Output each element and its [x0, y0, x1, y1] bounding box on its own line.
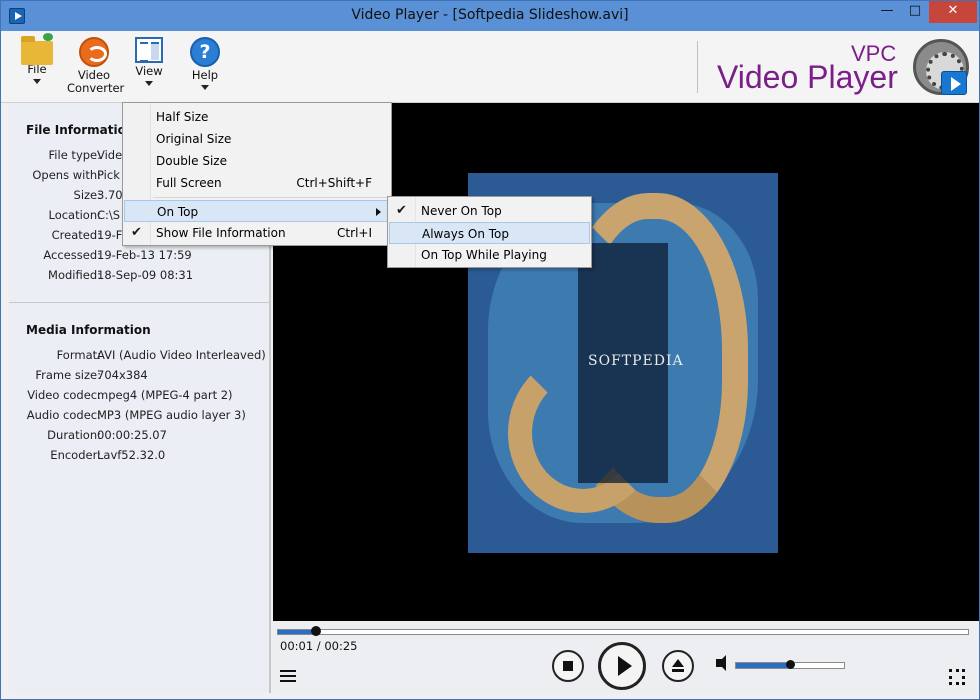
info-row-value: MP3 (MPEG audio layer 3)	[97, 408, 246, 422]
view-menu-item-label: Double Size	[156, 154, 227, 168]
submenu-arrow-icon	[376, 208, 381, 216]
view-menu-item-label: Original Size	[156, 132, 232, 146]
brand-name: Video Player	[717, 59, 898, 95]
media-info-title: Media Information	[26, 323, 151, 337]
info-row: Format: AVI (Audio Video Interleaved)	[9, 348, 271, 366]
dropdown-arrow-icon	[201, 85, 209, 90]
info-row-key: Created:	[51, 228, 101, 242]
info-row: Modified: 18-Sep-09 08:31	[9, 268, 271, 286]
view-menu-item-label: Half Size	[156, 110, 209, 124]
view-button[interactable]: View	[129, 37, 169, 86]
checkmark-icon: ✔	[396, 203, 407, 218]
view-menu-item[interactable]: Original Size	[124, 128, 390, 150]
help-button[interactable]: ? Help	[185, 37, 225, 90]
info-row-value: AVI (Audio Video Interleaved)	[97, 348, 266, 362]
info-row-value: 19-Feb-13 17:59	[97, 248, 192, 262]
view-menu-item-label: On Top	[157, 205, 199, 219]
info-row: Audio codec: MP3 (MPEG audio layer 3)	[9, 408, 271, 426]
on-top-submenu: ✔ Never On Top Always On Top On Top While P…	[387, 196, 592, 268]
on-top-menu-item[interactable]: On Top While Playing	[389, 244, 590, 266]
volume-icon[interactable]	[716, 655, 726, 671]
help-label: Help	[191, 68, 219, 82]
toolbar: File Video Converter View ? Help VPC Vid…	[1, 31, 979, 103]
seek-thumb[interactable]	[310, 626, 321, 636]
video-watermark: SOFTPEDIA	[588, 353, 684, 369]
view-menu-item[interactable]: Full Screen Ctrl+Shift+F	[124, 172, 390, 194]
file-button[interactable]: File	[15, 33, 59, 84]
info-row-value: Lavf52.32.0	[97, 448, 166, 462]
converter-icon	[79, 37, 109, 67]
stop-button[interactable]	[552, 650, 584, 682]
view-menu-item[interactable]: ✔ Show File Information Ctrl+I	[124, 222, 390, 244]
info-row-key: Duration:	[47, 428, 101, 442]
info-row-key: File type:	[48, 148, 101, 162]
view-menu-item[interactable]: Half Size	[124, 106, 390, 128]
info-row-key: Format:	[56, 348, 101, 362]
toolbar-divider	[697, 41, 698, 93]
close-button[interactable]: ✕	[929, 1, 977, 23]
help-icon: ?	[190, 37, 220, 67]
info-row: Frame size: 704x384	[9, 368, 271, 386]
play-button[interactable]	[598, 642, 646, 690]
app-window: Video Player - [Softpedia Slideshow.avi]…	[0, 0, 980, 700]
dropdown-arrow-icon	[33, 79, 41, 84]
view-label: View	[135, 64, 163, 78]
info-row-value: 00:00:25.07	[97, 428, 167, 442]
view-menu-item[interactable]: On Top	[124, 200, 390, 222]
view-menu-item-label: Show File Information	[156, 226, 286, 240]
playlist-icon[interactable]	[280, 669, 296, 683]
info-row: Accessed: 19-Feb-13 17:59	[9, 248, 271, 266]
info-row-value: 3.70	[97, 188, 123, 202]
view-menu-item[interactable]: Double Size	[124, 150, 390, 172]
info-row-value: Pick	[97, 168, 120, 182]
info-row-value: 18-Sep-09 08:31	[97, 268, 194, 282]
info-row-key: Video codec:	[27, 388, 101, 402]
info-row-key: Audio codec:	[26, 408, 101, 422]
on-top-menu-item[interactable]: Always On Top	[389, 222, 590, 244]
view-menu: Half Size Original Size Double Size Full Sc…	[122, 102, 392, 246]
time-display: 00:01 / 00:25	[280, 639, 358, 653]
title-bar[interactable]: Video Player - [Softpedia Slideshow.avi]…	[1, 1, 979, 31]
info-row: Duration: 00:00:25.07	[9, 428, 271, 446]
info-row-key: Modified:	[48, 268, 101, 282]
info-row-key: Opens with:	[32, 168, 101, 182]
menu-separator	[153, 197, 389, 198]
on-top-menu-item[interactable]: ✔ Never On Top	[389, 200, 590, 222]
maximize-button[interactable]: □	[901, 1, 929, 23]
file-info-title: File Information	[26, 123, 135, 137]
view-icon	[135, 37, 163, 63]
info-row-key: Frame size:	[35, 368, 101, 382]
info-row-key: Accessed:	[43, 248, 101, 262]
info-row-value: C:\S	[97, 208, 121, 222]
view-menu-item-shortcut: Ctrl+Shift+F	[296, 176, 372, 190]
playback-controls: 00:01 / 00:25	[273, 621, 979, 693]
eject-button[interactable]	[662, 650, 694, 682]
volume-slider[interactable]	[735, 660, 845, 669]
on-top-menu-item-label: On Top While Playing	[421, 248, 547, 262]
info-row: Video codec: mpeg4 (MPEG-4 part 2)	[9, 388, 271, 406]
checkmark-icon: ✔	[131, 225, 142, 240]
view-menu-item-label: Full Screen	[156, 176, 222, 190]
converter-label-line2: Converter	[67, 81, 125, 95]
seek-bar[interactable]	[277, 626, 969, 636]
info-row-value: mpeg4 (MPEG-4 part 2)	[97, 388, 233, 402]
on-top-menu-item-label: Never On Top	[421, 204, 502, 218]
info-row-key: Location:	[48, 208, 101, 222]
volume-level	[736, 663, 790, 668]
window-title: Video Player - [Softpedia Slideshow.avi]	[351, 7, 629, 23]
folder-icon	[21, 33, 53, 65]
info-row: Encoder: Lavf52.32.0	[9, 448, 271, 466]
panel-divider	[9, 302, 269, 303]
volume-thumb[interactable]	[786, 660, 795, 669]
minimize-button[interactable]: —	[873, 1, 901, 23]
video-converter-button[interactable]: Video Converter	[67, 37, 125, 95]
view-menu-item-shortcut: Ctrl+I	[337, 226, 372, 240]
info-row-key: Encoder:	[50, 448, 101, 462]
info-row-value: 704x384	[97, 368, 148, 382]
on-top-menu-item-label: Always On Top	[422, 227, 509, 241]
play-badge-icon	[941, 71, 967, 95]
fullscreen-icon[interactable]	[949, 669, 965, 685]
dropdown-arrow-icon	[145, 81, 153, 86]
